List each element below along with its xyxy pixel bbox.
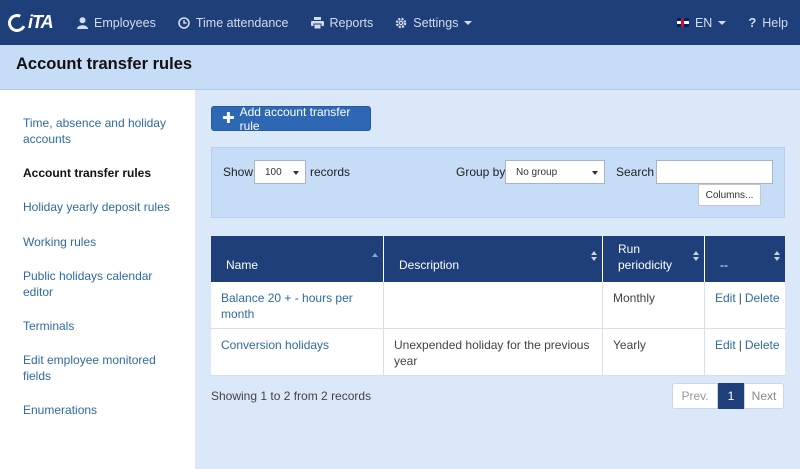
row-actions: Edit | Delete [705,329,785,376]
top-navbar: iTA Employees Time attendance Reports Se… [0,0,800,45]
group-by-select[interactable]: No group [505,160,605,184]
sidebar-item-public-holidays[interactable]: Public holidays calendar editor [23,268,183,300]
add-account-transfer-rule-button[interactable]: ✚ Add account transfer rule [211,104,371,133]
next-page-button[interactable]: Next [744,383,784,409]
column-header-label: Name [226,258,259,272]
show-label: Show [223,165,254,179]
print-icon [310,16,324,29]
row-description: Unexpended holiday for the previous year [384,329,603,376]
row-periodicity: Yearly [603,329,705,376]
uk-flag-icon [676,18,689,27]
app-logo[interactable]: iTA [0,0,66,45]
column-header-actions[interactable]: -- [705,236,785,282]
delete-link[interactable]: Delete [745,291,780,305]
user-icon [77,16,88,29]
table-row: Conversion holidays Unexpended holiday f… [211,329,785,376]
sidebar-item-terminals[interactable]: Terminals [23,318,183,334]
nav-time-attendance[interactable]: Time attendance [167,0,300,45]
row-actions: Edit | Delete [705,282,785,329]
clock-icon [178,16,190,29]
edit-link[interactable]: Edit [715,338,736,352]
column-header-label: Run periodicity [618,242,673,272]
column-header-name[interactable]: Name [211,236,384,282]
columns-button[interactable]: Columns... [698,184,761,206]
table-header: Name Description Run periodicity -- [211,236,785,282]
sort-icon [774,251,780,263]
add-button-label: Add account transfer rule [239,104,351,133]
sidebar: Time, absence and holiday accounts Accou… [0,90,195,469]
gear-icon [396,17,407,28]
sidebar-item-holiday-deposit-rules[interactable]: Holiday yearly deposit rules [23,199,183,215]
chevron-down-icon [293,171,299,175]
sidebar-item-enumerations[interactable]: Enumerations [23,402,183,418]
nav-help-label: Help [762,15,788,30]
nav-settings-label: Settings [413,15,459,30]
prev-page-button[interactable]: Prev. [672,383,718,409]
sidebar-item-monitored-fields[interactable]: Edit employee monitored fields [23,352,183,384]
sidebar-item-account-transfer-rules[interactable]: Account transfer rules [23,165,183,181]
records-per-page-value: 100 [265,166,282,178]
nav-reports-label: Reports [329,15,374,30]
action-separator: | [738,338,742,352]
page-1-button[interactable]: 1 [718,383,744,409]
sort-asc-icon [372,251,378,263]
table-row: Balance 20 + - hours per month Monthly E… [211,282,785,329]
nav-help[interactable]: ? Help [737,0,800,45]
row-name-link[interactable]: Conversion holidays [211,329,384,376]
nav-employees-label: Employees [94,15,156,30]
sort-icon [591,251,597,263]
delete-link[interactable]: Delete [745,338,780,352]
page-title: Account transfer rules [16,55,193,73]
nav-time-attendance-label: Time attendance [195,15,289,30]
column-header-description[interactable]: Description [384,236,603,282]
column-header-label: -- [720,258,728,272]
group-by-value: No group [516,166,558,178]
column-header-label: Description [399,258,460,272]
chevron-down-icon [464,20,473,25]
records-label: records [310,165,351,179]
pagination: Prev. 1 Next [672,383,784,409]
logo-ring-icon [5,10,29,35]
group-by-label: Group by [456,165,506,179]
question-icon: ? [748,15,757,30]
sidebar-item-working-rules[interactable]: Working rules [23,234,183,250]
row-description [384,282,603,329]
row-name-link[interactable]: Balance 20 + - hours per month [211,282,384,329]
column-header-run-periodicity[interactable]: Run periodicity [603,236,705,282]
search-input[interactable] [656,160,773,184]
records-summary: Showing 1 to 2 from 2 records [211,389,372,403]
table-controls: Show 100 records Group by No group Searc… [211,147,785,218]
language-label: EN [694,15,713,30]
search-label: Search [616,165,655,179]
nav-reports[interactable]: Reports [300,0,385,45]
chevron-down-icon [718,20,727,25]
sidebar-item-time-accounts[interactable]: Time, absence and holiday accounts [23,115,183,147]
sort-icon [693,251,699,263]
plus-icon: ✚ [222,109,235,127]
logo-text: iTA [28,12,54,32]
chevron-down-icon [592,171,598,175]
records-per-page-select[interactable]: 100 [254,160,306,184]
language-selector[interactable]: EN [666,0,737,45]
edit-link[interactable]: Edit [715,291,736,305]
nav-employees[interactable]: Employees [66,0,167,45]
nav-settings[interactable]: Settings [384,0,483,45]
row-periodicity: Monthly [603,282,705,329]
page-header: Account transfer rules [0,45,800,90]
action-separator: | [738,291,742,305]
